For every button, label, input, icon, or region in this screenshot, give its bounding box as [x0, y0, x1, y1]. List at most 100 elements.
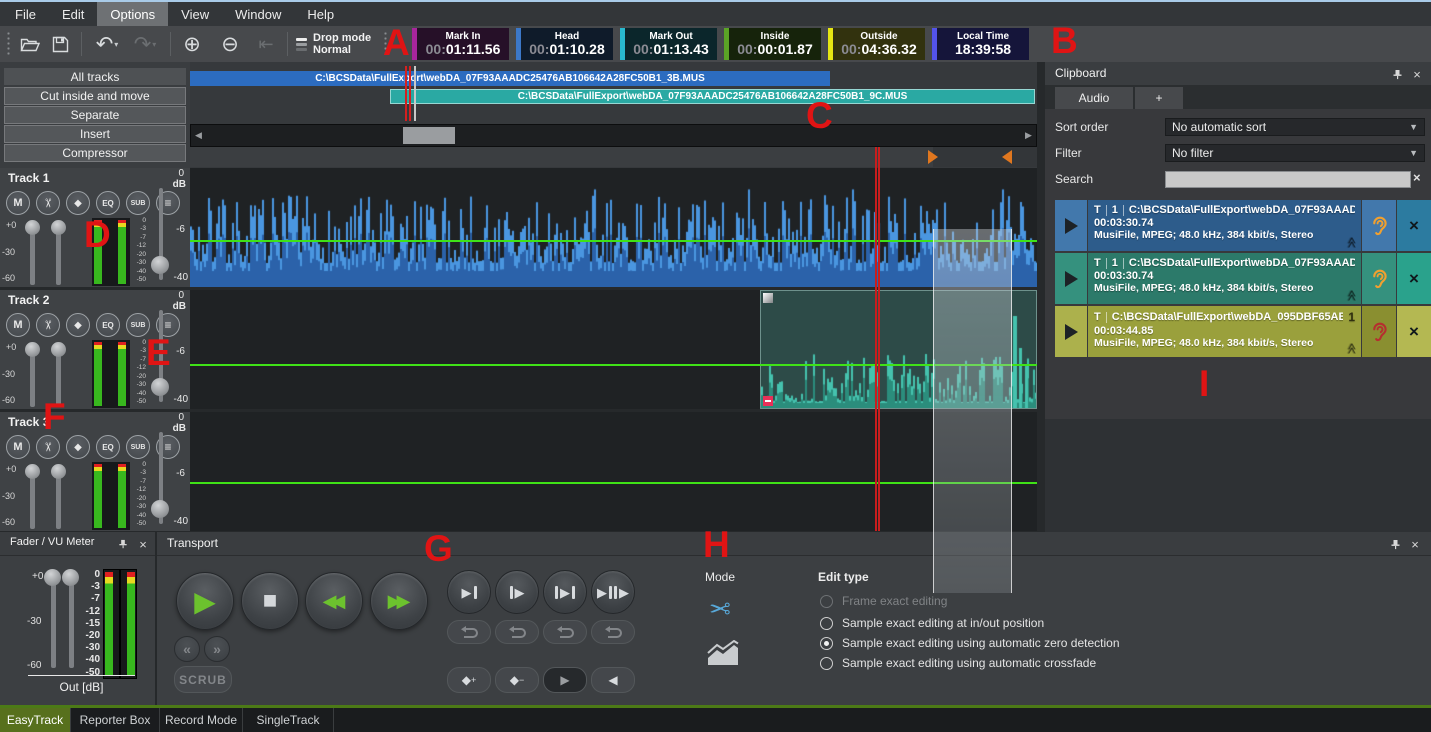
edit-tool-compressor[interactable]: Compressor [4, 144, 186, 162]
gain-slider-knob[interactable] [51, 220, 66, 235]
entry-prelisten-button[interactable] [1362, 200, 1396, 251]
radio-icon[interactable] [820, 637, 833, 650]
clip-fade-handle[interactable] [763, 293, 773, 303]
add-marker-button[interactable]: ◆+ [447, 667, 491, 693]
menu-item-options[interactable]: Options [97, 2, 168, 26]
volume-envelope-line[interactable] [190, 482, 1037, 484]
workspace-tab-easytrack[interactable]: EasyTrack [0, 708, 71, 732]
sub-button[interactable]: SUB [126, 435, 150, 459]
search-clear-icon[interactable]: × [1413, 170, 1421, 185]
loop-play-button[interactable] [447, 620, 491, 644]
workspace-tab-record-mode[interactable]: Record Mode [160, 708, 243, 732]
workspace-tab-reporter-box[interactable]: Reporter Box [71, 708, 160, 732]
undo-button[interactable]: ↶▾ [88, 30, 126, 58]
edit-type-option-1[interactable]: Frame exact editing [820, 594, 947, 608]
overview-playhead[interactable] [405, 66, 407, 121]
envelope-mode-icon[interactable] [706, 640, 740, 672]
play-between-marks-button[interactable]: ▶ [543, 570, 587, 614]
redo-button[interactable]: ↷▾ [126, 30, 164, 58]
volume-envelope-line[interactable] [190, 240, 1037, 242]
playhead[interactable] [878, 147, 880, 531]
scrub-button[interactable]: SCRUB [174, 666, 232, 693]
play-to-mark-button[interactable]: ▶ [447, 570, 491, 614]
mute-button[interactable]: M [6, 191, 30, 215]
stop-button[interactable]: ■ [241, 572, 299, 630]
all-tracks-header[interactable]: All tracks [4, 68, 186, 85]
scroll-right-button[interactable]: ▶ [1021, 125, 1036, 146]
clipboard-entry-1[interactable]: T1C:\BCSData\FullExport\webDA_07F93AAADC… [1055, 200, 1431, 251]
menu-item-window[interactable]: Window [222, 2, 294, 26]
cut-button[interactable]: ✂ [36, 313, 60, 337]
menu-item-edit[interactable]: Edit [49, 2, 97, 26]
skip-forward-button[interactable]: » [204, 636, 230, 662]
mute-button[interactable]: M [6, 313, 30, 337]
close-icon[interactable]: × [1407, 536, 1423, 552]
fast-forward-button[interactable]: ▶▶ [370, 572, 428, 630]
loop-play-button[interactable] [543, 620, 587, 644]
edit-type-option-2[interactable]: Sample exact editing at in/out position [820, 616, 1044, 630]
remove-marker-button[interactable]: ◆− [495, 667, 539, 693]
entry-play-button[interactable] [1055, 253, 1087, 304]
collapse-chevron-icon[interactable]: ≪ [1346, 290, 1359, 302]
track-lane-1[interactable] [190, 168, 1037, 287]
cut-button[interactable]: ✂ [36, 435, 60, 459]
volume-fader-knob[interactable] [151, 378, 169, 396]
zoom-out-button[interactable]: ⊖ [215, 30, 245, 58]
overview-playhead[interactable] [409, 66, 411, 121]
clip-start-handle[interactable] [763, 396, 773, 406]
collapse-chevron-icon[interactable]: ≪ [1346, 343, 1359, 355]
loop-play-button[interactable] [495, 620, 539, 644]
prev-marker-button[interactable]: ◀ [591, 667, 635, 693]
goto-mark-button[interactable]: ⇤ [251, 30, 281, 58]
gain-slider-knob[interactable] [25, 342, 40, 357]
clipboard-entry-3[interactable]: TC:\BCSData\FullExport\webDA_095DBF65AB1… [1055, 306, 1431, 357]
radio-icon[interactable] [820, 657, 833, 670]
mark-out-marker[interactable] [1002, 150, 1012, 164]
play-button[interactable]: ▶ [176, 572, 234, 630]
marker-button[interactable]: ◆ [66, 435, 90, 459]
mute-button[interactable]: M [6, 435, 30, 459]
gain-slider-knob[interactable] [25, 220, 40, 235]
close-icon[interactable]: × [1409, 66, 1425, 82]
add-tab-button[interactable]: + [1135, 87, 1183, 109]
radio-icon[interactable] [820, 617, 833, 630]
entry-remove-button[interactable]: × [1397, 200, 1431, 251]
eq-button[interactable]: EQ [96, 191, 120, 215]
tab-audio[interactable]: Audio [1055, 87, 1133, 109]
toolbar-grip[interactable] [6, 31, 11, 57]
gain-slider-knob[interactable] [25, 464, 40, 479]
search-input[interactable] [1165, 171, 1411, 188]
cut-button[interactable]: ✂ [36, 191, 60, 215]
mark-in-marker[interactable] [928, 150, 938, 164]
sort-order-dropdown[interactable]: No automatic sort▼ [1165, 118, 1425, 136]
entry-play-button[interactable] [1055, 306, 1087, 357]
edit-tool-insert[interactable]: Insert [4, 125, 186, 143]
close-icon[interactable]: × [135, 536, 151, 552]
collapse-chevron-icon[interactable]: ≪ [1346, 237, 1359, 249]
entry-remove-button[interactable]: × [1397, 306, 1431, 357]
menu-item-view[interactable]: View [168, 2, 222, 26]
marker-button[interactable]: ◆ [66, 313, 90, 337]
gain-slider-knob[interactable] [51, 464, 66, 479]
fader-slider-track[interactable] [51, 576, 56, 668]
pin-icon[interactable] [1387, 536, 1403, 552]
next-marker-button[interactable]: ▶ [543, 667, 587, 693]
overview-cursor[interactable] [414, 66, 416, 121]
play-from-mark-button[interactable]: ▶ [495, 570, 539, 614]
cut-mode-icon[interactable]: ✂ [709, 594, 731, 625]
eq-button[interactable]: EQ [96, 435, 120, 459]
marker-button[interactable]: ◆ [66, 191, 90, 215]
edit-type-option-4[interactable]: Sample exact editing using automatic cro… [820, 656, 1096, 670]
overview-clip-track1[interactable]: C:\BCSData\FullExport\webDA_07F93AAADC25… [190, 71, 830, 86]
menu-item-help[interactable]: Help [294, 2, 347, 26]
playhead[interactable] [875, 147, 877, 531]
play-around-mark-button[interactable]: ▶▶ [591, 570, 635, 614]
workspace-tab-singletrack[interactable]: SingleTrack [243, 708, 334, 732]
filter-dropdown[interactable]: No filter▼ [1165, 144, 1425, 162]
volume-fader-knob[interactable] [151, 256, 169, 274]
rewind-button[interactable]: ◀◀ [305, 572, 363, 630]
drop-mode-indicator[interactable]: Drop mode Normal [296, 32, 371, 56]
entry-remove-button[interactable]: × [1397, 253, 1431, 304]
loop-play-button[interactable] [591, 620, 635, 644]
selection-region[interactable] [933, 229, 1012, 593]
